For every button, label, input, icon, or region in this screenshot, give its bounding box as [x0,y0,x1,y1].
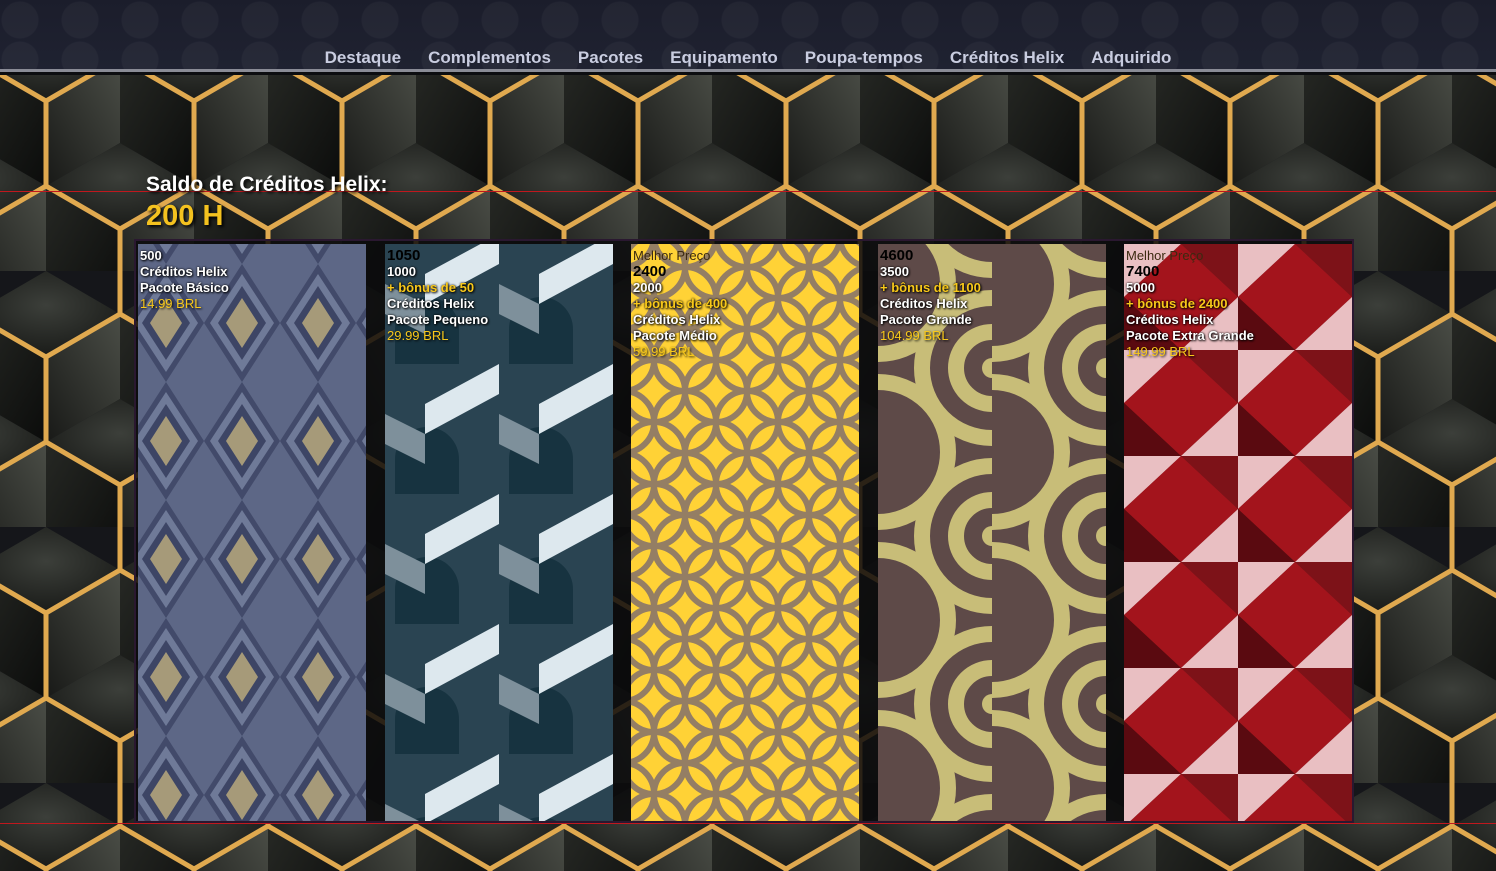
nav-tab-adquirido[interactable]: Adquirido [1091,48,1171,68]
pack-currency: Créditos Helix [387,296,475,311]
pack-base: 3500 [880,264,909,279]
pack-list: 500 Créditos Helix Pacote Básico 14.99 B… [134,239,1354,823]
pack-price: 149.99 BRL [1126,344,1195,359]
pack-name: Pacote Pequeno [387,312,489,327]
pack-currency: Créditos Helix [1126,312,1214,327]
pack-base: 1000 [387,264,416,279]
nav-tab-poupa-tempos[interactable]: Poupa-tempos [805,48,923,68]
pack-total: 2400 [633,263,667,280]
pack-card-medio[interactable]: Melhor Preço 2400 2000 + bônus de 400 Cr… [631,244,859,821]
pack-bonus: + bônus de 400 [633,296,728,311]
category-nav: Destaque Complementos Pacotes Equipament… [0,48,1496,68]
pack-currency: Créditos Helix [880,296,968,311]
pack-card-extra-grande[interactable]: Melhor Preço 7400 5000 + bônus de 2400 C… [1124,244,1352,821]
pack-total: 500 [140,248,162,263]
pack-price: 14.99 BRL [140,296,202,311]
pack-price: 59.99 BRL [633,344,695,359]
pack-bonus: + bônus de 50 [387,280,475,295]
pack-total: 1050 [387,247,421,264]
balance-label: Saldo de Créditos Helix: [146,173,388,196]
pack-price: 104.99 BRL [880,328,949,343]
pack-name: Pacote Médio [633,328,717,343]
pack-pattern-diamonds [138,244,366,821]
nav-tab-equipamento[interactable]: Equipamento [670,48,778,68]
pack-currency: Créditos Helix [633,312,721,327]
pack-name: Pacote Grande [880,312,972,327]
pack-total: 4600 [880,247,914,264]
pack-name: Pacote Básico [140,280,229,295]
pack-price: 29.99 BRL [387,328,449,343]
nav-tab-complementos[interactable]: Complementos [428,48,551,68]
pack-name: Pacote Extra Grande [1126,328,1254,343]
pack-currency: Créditos Helix [140,264,228,279]
pack-total: 7400 [1126,263,1160,280]
pack-card-basico[interactable]: 500 Créditos Helix Pacote Básico 14.99 B… [138,244,366,821]
pack-bonus: + bônus de 2400 [1126,296,1228,311]
balance-value: 200 H [146,200,224,232]
top-bar: Destaque Complementos Pacotes Equipament… [0,0,1496,72]
pack-bonus: + bônus de 1100 [880,280,981,295]
pack-base: 5000 [1126,280,1155,295]
best-price-badge: Melhor Preço [633,248,711,263]
nav-tab-creditos-helix[interactable]: Créditos Helix [950,48,1064,68]
pack-card-grande[interactable]: 4600 3500 + bônus de 1100 Créditos Helix… [878,244,1106,821]
best-price-badge: Melhor Preço [1126,248,1204,263]
nav-tab-pacotes[interactable]: Pacotes [578,48,643,68]
pack-base: 2000 [633,280,662,295]
guide-line-bottom [0,823,1496,824]
nav-tab-destaque[interactable]: Destaque [325,48,402,68]
pack-card-pequeno[interactable]: 1050 1000 + bônus de 50 Créditos Helix P… [385,244,613,821]
